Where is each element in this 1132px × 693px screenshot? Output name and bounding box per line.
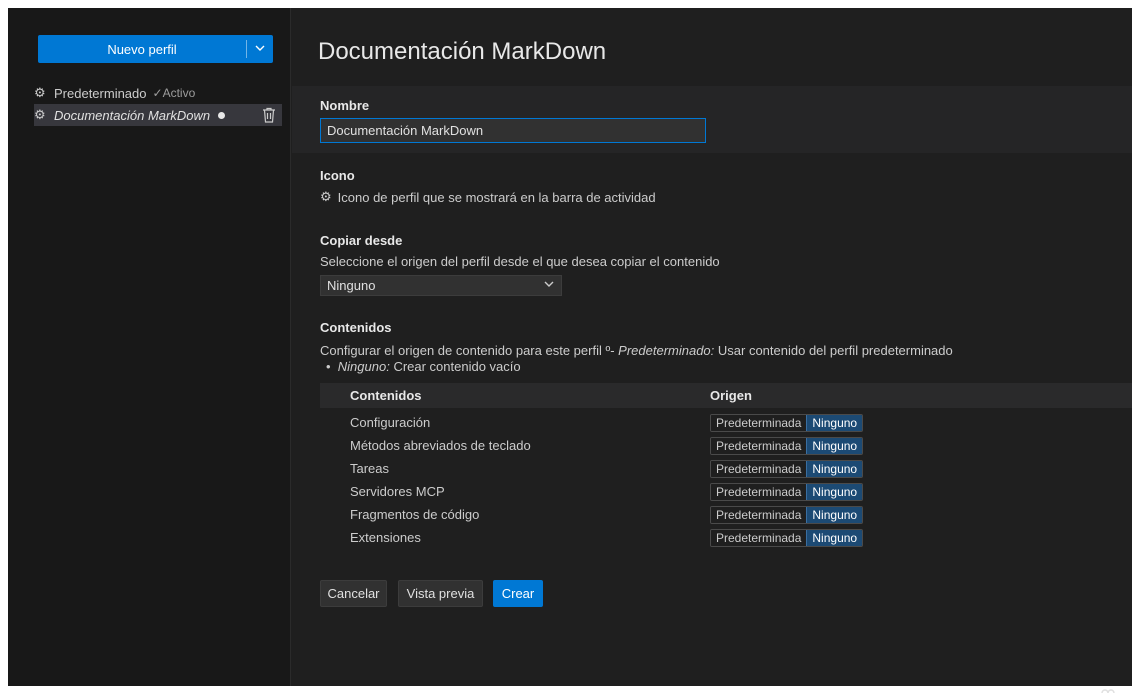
copy-from-select[interactable]: Ninguno xyxy=(320,275,562,296)
profile-name: Documentación MarkDown xyxy=(54,107,211,123)
copy-from-selected: Ninguno xyxy=(327,278,376,293)
content-type-label: Tareas xyxy=(350,461,390,476)
origin-option-default[interactable]: Predeterminada xyxy=(711,460,807,477)
profile-item-default[interactable]: ⚙ Predeterminado ✓ Activo xyxy=(34,82,282,104)
unsaved-dot-icon xyxy=(218,111,226,119)
origin-option-none[interactable]: Ninguno xyxy=(806,506,863,523)
origin-toggle: Predeterminada Ninguno xyxy=(710,505,864,524)
cancel-button[interactable]: Cancelar xyxy=(320,580,387,607)
profile-form: Documentación MarkDown Nombre Icono ⚙ Ic… xyxy=(292,8,1132,686)
name-label: Nombre xyxy=(320,98,370,113)
origin-toggle: Predeterminada Ninguno xyxy=(710,482,864,501)
copy-from-description: Seleccione el origen del perfil desde el… xyxy=(320,254,720,269)
origin-option-default[interactable]: Predeterminada xyxy=(711,437,807,454)
contents-description: Configurar el origen de contenido para e… xyxy=(320,343,953,358)
bullet-text: Crear contenido vacío xyxy=(389,359,521,374)
icon-label: Icono xyxy=(320,168,355,183)
profile-editor-window: Nuevo perfil ⚙ Predeterminado ✓ Activo ⚙… xyxy=(8,8,1132,693)
content-type-label: Métodos abreviados de teclado xyxy=(350,438,531,453)
origin-option-default[interactable]: Predeterminada xyxy=(711,506,807,523)
table-row: Métodos abreviados de teclado Predetermin… xyxy=(320,434,1132,457)
copy-from-label: Copiar desde xyxy=(320,233,403,248)
name-section: Nombre xyxy=(292,86,1132,153)
desc-default-term: Predeterminado: xyxy=(618,343,715,358)
gear-icon: ⚙ xyxy=(34,107,46,122)
origin-option-default[interactable]: Predeterminada xyxy=(711,483,807,500)
table-row: Servidores MCP Predeterminada Ninguno xyxy=(320,480,1132,503)
contents-bullet: • Ninguno: Crear contenido vacío xyxy=(326,359,521,374)
column-header-contents: Contenidos xyxy=(350,388,422,403)
check-icon: ✓ xyxy=(152,86,163,100)
origin-option-none[interactable]: Ninguno xyxy=(806,529,863,546)
desc-default-text: Usar contenido del perfil predeterminado xyxy=(714,343,953,358)
gear-icon: ⚙ xyxy=(34,85,46,100)
new-profile-button[interactable]: Nuevo perfil xyxy=(38,35,273,63)
content-type-label: Fragmentos de código xyxy=(350,507,480,522)
content-type-label: Servidores MCP xyxy=(350,484,445,499)
origin-option-none[interactable]: Ninguno xyxy=(806,437,863,454)
profiles-sidebar: Nuevo perfil ⚙ Predeterminado ✓ Activo ⚙… xyxy=(8,8,291,686)
origin-option-default[interactable]: Predeterminada xyxy=(711,529,807,546)
chevron-down-icon[interactable] xyxy=(247,42,273,57)
table-header: Contenidos Origen xyxy=(320,383,1132,408)
table-row: Fragmentos de código Predeterminada Ningun… xyxy=(320,503,1132,526)
page-title: Documentación MarkDown xyxy=(318,38,607,65)
table-row: Extensiones Predeterminada Ninguno xyxy=(320,526,1132,549)
origin-option-none[interactable]: Ninguno xyxy=(806,414,863,431)
preview-button[interactable]: Vista previa xyxy=(398,580,483,607)
table-row: Configuración Predeterminada Ninguno xyxy=(320,411,1132,434)
content-type-label: Extensiones xyxy=(350,530,421,545)
origin-toggle: Predeterminada Ninguno xyxy=(710,459,864,478)
column-header-origin: Origen xyxy=(710,388,752,403)
icon-row: ⚙ Icono de perfil que se mostrará en la … xyxy=(320,189,656,205)
origin-option-default[interactable]: Predeterminada xyxy=(711,414,807,431)
accounts-icon[interactable] xyxy=(1100,688,1116,693)
desc-prefix: Configurar el origen de contenido para e… xyxy=(320,343,619,358)
contents-table: Contenidos Origen Configuración Predeterm… xyxy=(320,383,1132,549)
origin-toggle: Predeterminada Ninguno xyxy=(710,528,864,547)
icon-description: Icono de perfil que se mostrará en la ba… xyxy=(337,189,656,205)
profile-name-input[interactable] xyxy=(320,118,706,143)
table-row: Tareas Predeterminada Ninguno xyxy=(320,457,1132,480)
new-profile-label: Nuevo perfil xyxy=(107,41,177,57)
profile-item-markdown[interactable]: ⚙ Documentación MarkDown xyxy=(34,104,282,126)
bullet-term: Ninguno: xyxy=(337,359,390,374)
profile-name: Predeterminado xyxy=(54,85,147,101)
origin-toggle: Predeterminada Ninguno xyxy=(710,436,864,455)
origin-option-none[interactable]: Ninguno xyxy=(806,460,863,477)
create-button[interactable]: Crear xyxy=(493,580,543,607)
content-type-label: Configuración xyxy=(350,415,431,430)
origin-toggle: Predeterminada Ninguno xyxy=(710,413,864,432)
trash-icon[interactable] xyxy=(262,107,276,123)
profile-icon-picker[interactable]: ⚙ xyxy=(320,189,332,205)
contents-label: Contenidos xyxy=(320,320,392,335)
table-rows: Configuración Predeterminada Ninguno Método… xyxy=(320,408,1132,549)
chevron-down-icon xyxy=(543,278,555,293)
origin-option-none[interactable]: Ninguno xyxy=(806,483,863,500)
active-badge: Activo xyxy=(162,86,196,100)
